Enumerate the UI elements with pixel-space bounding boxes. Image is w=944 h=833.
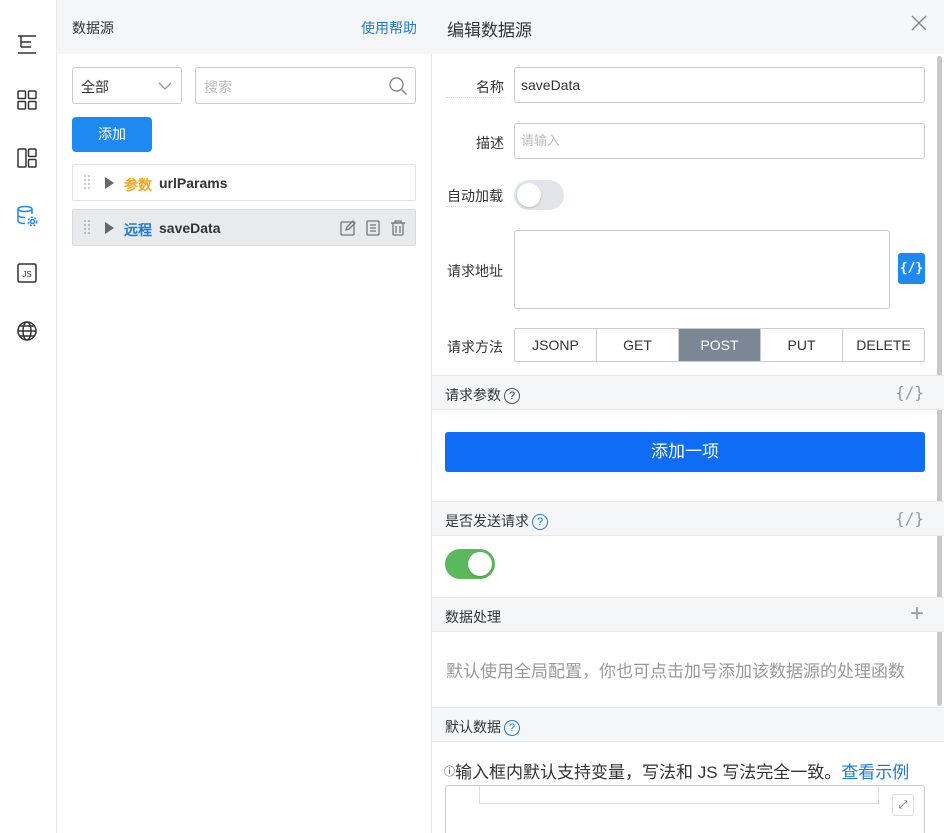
default-note: ⓘ输入框内默认支持变量，写法和 JS 写法完全一致。查看示例	[444, 758, 909, 783]
drag-handle-icon[interactable]	[83, 219, 91, 237]
description-label: 描述	[476, 135, 504, 151]
method-segmented-control: JSONP GET POST PUT DELETE	[514, 328, 925, 362]
datasource-type: 参数	[124, 177, 152, 193]
editor-header: 编辑数据源	[432, 0, 944, 54]
params-section-title: 请求参数?	[445, 385, 520, 405]
params-section-header: 请求参数? {/}	[432, 375, 944, 410]
note-text: 输入框内默认支持变量，写法和 JS 写法完全一致。	[455, 763, 842, 782]
drag-handle-icon[interactable]	[83, 174, 91, 192]
app-root: JS 数据源 使用帮助 全部 搜索 添加 参数 urlParams 远程 sav…	[0, 0, 944, 833]
filter-select[interactable]: 全部	[72, 67, 182, 104]
process-section-title: 数据处理	[445, 609, 501, 625]
toggle-knob	[517, 183, 541, 207]
question-icon[interactable]: ?	[504, 388, 520, 404]
method-get[interactable]: GET	[597, 329, 679, 361]
expand-arrow-icon[interactable]	[105, 177, 114, 189]
method-label: 请求方法	[447, 339, 503, 355]
plus-icon[interactable]: +	[910, 600, 924, 628]
default-data-editor[interactable]: ⤢	[445, 785, 925, 833]
code-mark-icon[interactable]: {/}	[895, 509, 924, 528]
default-section-title: 默认数据?	[445, 717, 520, 737]
icon-rail: JS	[0, 0, 57, 833]
method-put[interactable]: PUT	[761, 329, 843, 361]
info-icon: ⓘ	[444, 766, 455, 778]
url-input[interactable]	[514, 230, 890, 309]
filter-value: 全部	[81, 79, 109, 95]
search-placeholder: 搜索	[204, 79, 232, 95]
description-input[interactable]: 请输入	[514, 123, 925, 159]
expand-arrow-icon[interactable]	[105, 222, 114, 234]
question-icon[interactable]: ?	[532, 514, 548, 530]
send-section-label: 是否发送请求	[445, 513, 529, 529]
default-section-header: 默认数据?	[432, 707, 944, 742]
send-section-title: 是否发送请求?	[445, 511, 548, 531]
datasource-name: urlParams	[159, 175, 228, 191]
process-section-header: 数据处理 +	[432, 597, 944, 632]
js-icon-label: JS	[22, 270, 31, 279]
help-link[interactable]: 使用帮助	[361, 18, 417, 38]
url-label: 请求地址	[447, 263, 503, 279]
layout-icon[interactable]	[14, 145, 40, 171]
datasource-item-savedata[interactable]: 远程 saveData	[72, 209, 416, 246]
label-underline	[446, 97, 506, 98]
add-datasource-button[interactable]: 添加	[72, 117, 152, 152]
datasource-item-urlparams[interactable]: 参数 urlParams	[72, 164, 416, 201]
panel-title: 数据源	[72, 20, 114, 36]
copy-icon[interactable]	[363, 218, 382, 237]
delete-icon[interactable]	[388, 218, 407, 237]
params-section-label: 请求参数	[445, 387, 501, 403]
autoload-label: 自动加载	[447, 188, 503, 204]
search-input[interactable]: 搜索	[195, 67, 416, 104]
expand-icon[interactable]: ⤢	[892, 794, 914, 816]
autoload-toggle[interactable]	[514, 180, 564, 210]
datasource-name: saveData	[159, 220, 221, 236]
method-delete[interactable]: DELETE	[843, 329, 924, 361]
database-settings-icon[interactable]	[14, 203, 40, 229]
question-icon[interactable]: ?	[504, 720, 520, 736]
method-jsonp[interactable]: JSONP	[515, 329, 597, 361]
close-icon[interactable]	[910, 14, 928, 32]
globe-icon[interactable]	[14, 318, 40, 344]
datasource-actions	[338, 218, 407, 237]
chevron-down-icon	[158, 82, 172, 90]
name-input[interactable]: saveData	[514, 67, 925, 103]
editor-gutter	[479, 786, 879, 804]
code-editor-button[interactable]: {/}	[898, 253, 925, 284]
add-item-button[interactable]: 添加一项	[445, 432, 925, 472]
datasource-panel: 数据源 使用帮助 全部 搜索 添加 参数 urlParams 远程 saveDa…	[57, 0, 432, 833]
datasource-type: 远程	[124, 222, 152, 238]
process-hint: 默认使用全局配置，你也可点击加号添加该数据源的处理函数	[446, 662, 905, 681]
method-post[interactable]: POST	[679, 329, 761, 361]
editor-panel: 编辑数据源 名称 saveData 描述 请输入 自动加载 请求地址 {/} 请…	[432, 0, 944, 833]
send-section-header: 是否发送请求? {/}	[432, 501, 944, 536]
js-icon[interactable]: JS	[14, 260, 40, 286]
tree-icon[interactable]	[14, 31, 40, 57]
toggle-knob	[468, 552, 492, 576]
default-section-label: 默认数据	[445, 719, 501, 735]
label-underline	[446, 206, 506, 207]
send-request-toggle[interactable]	[445, 549, 495, 579]
name-label: 名称	[476, 79, 504, 95]
editor-title: 编辑数据源	[447, 21, 532, 40]
code-mark-icon[interactable]: {/}	[895, 383, 924, 402]
edit-icon[interactable]	[338, 218, 357, 237]
view-example-link[interactable]: 查看示例	[841, 763, 909, 782]
grid-icon[interactable]	[14, 87, 40, 113]
panel-header: 数据源 使用帮助	[57, 0, 432, 54]
search-icon[interactable]	[388, 76, 408, 96]
